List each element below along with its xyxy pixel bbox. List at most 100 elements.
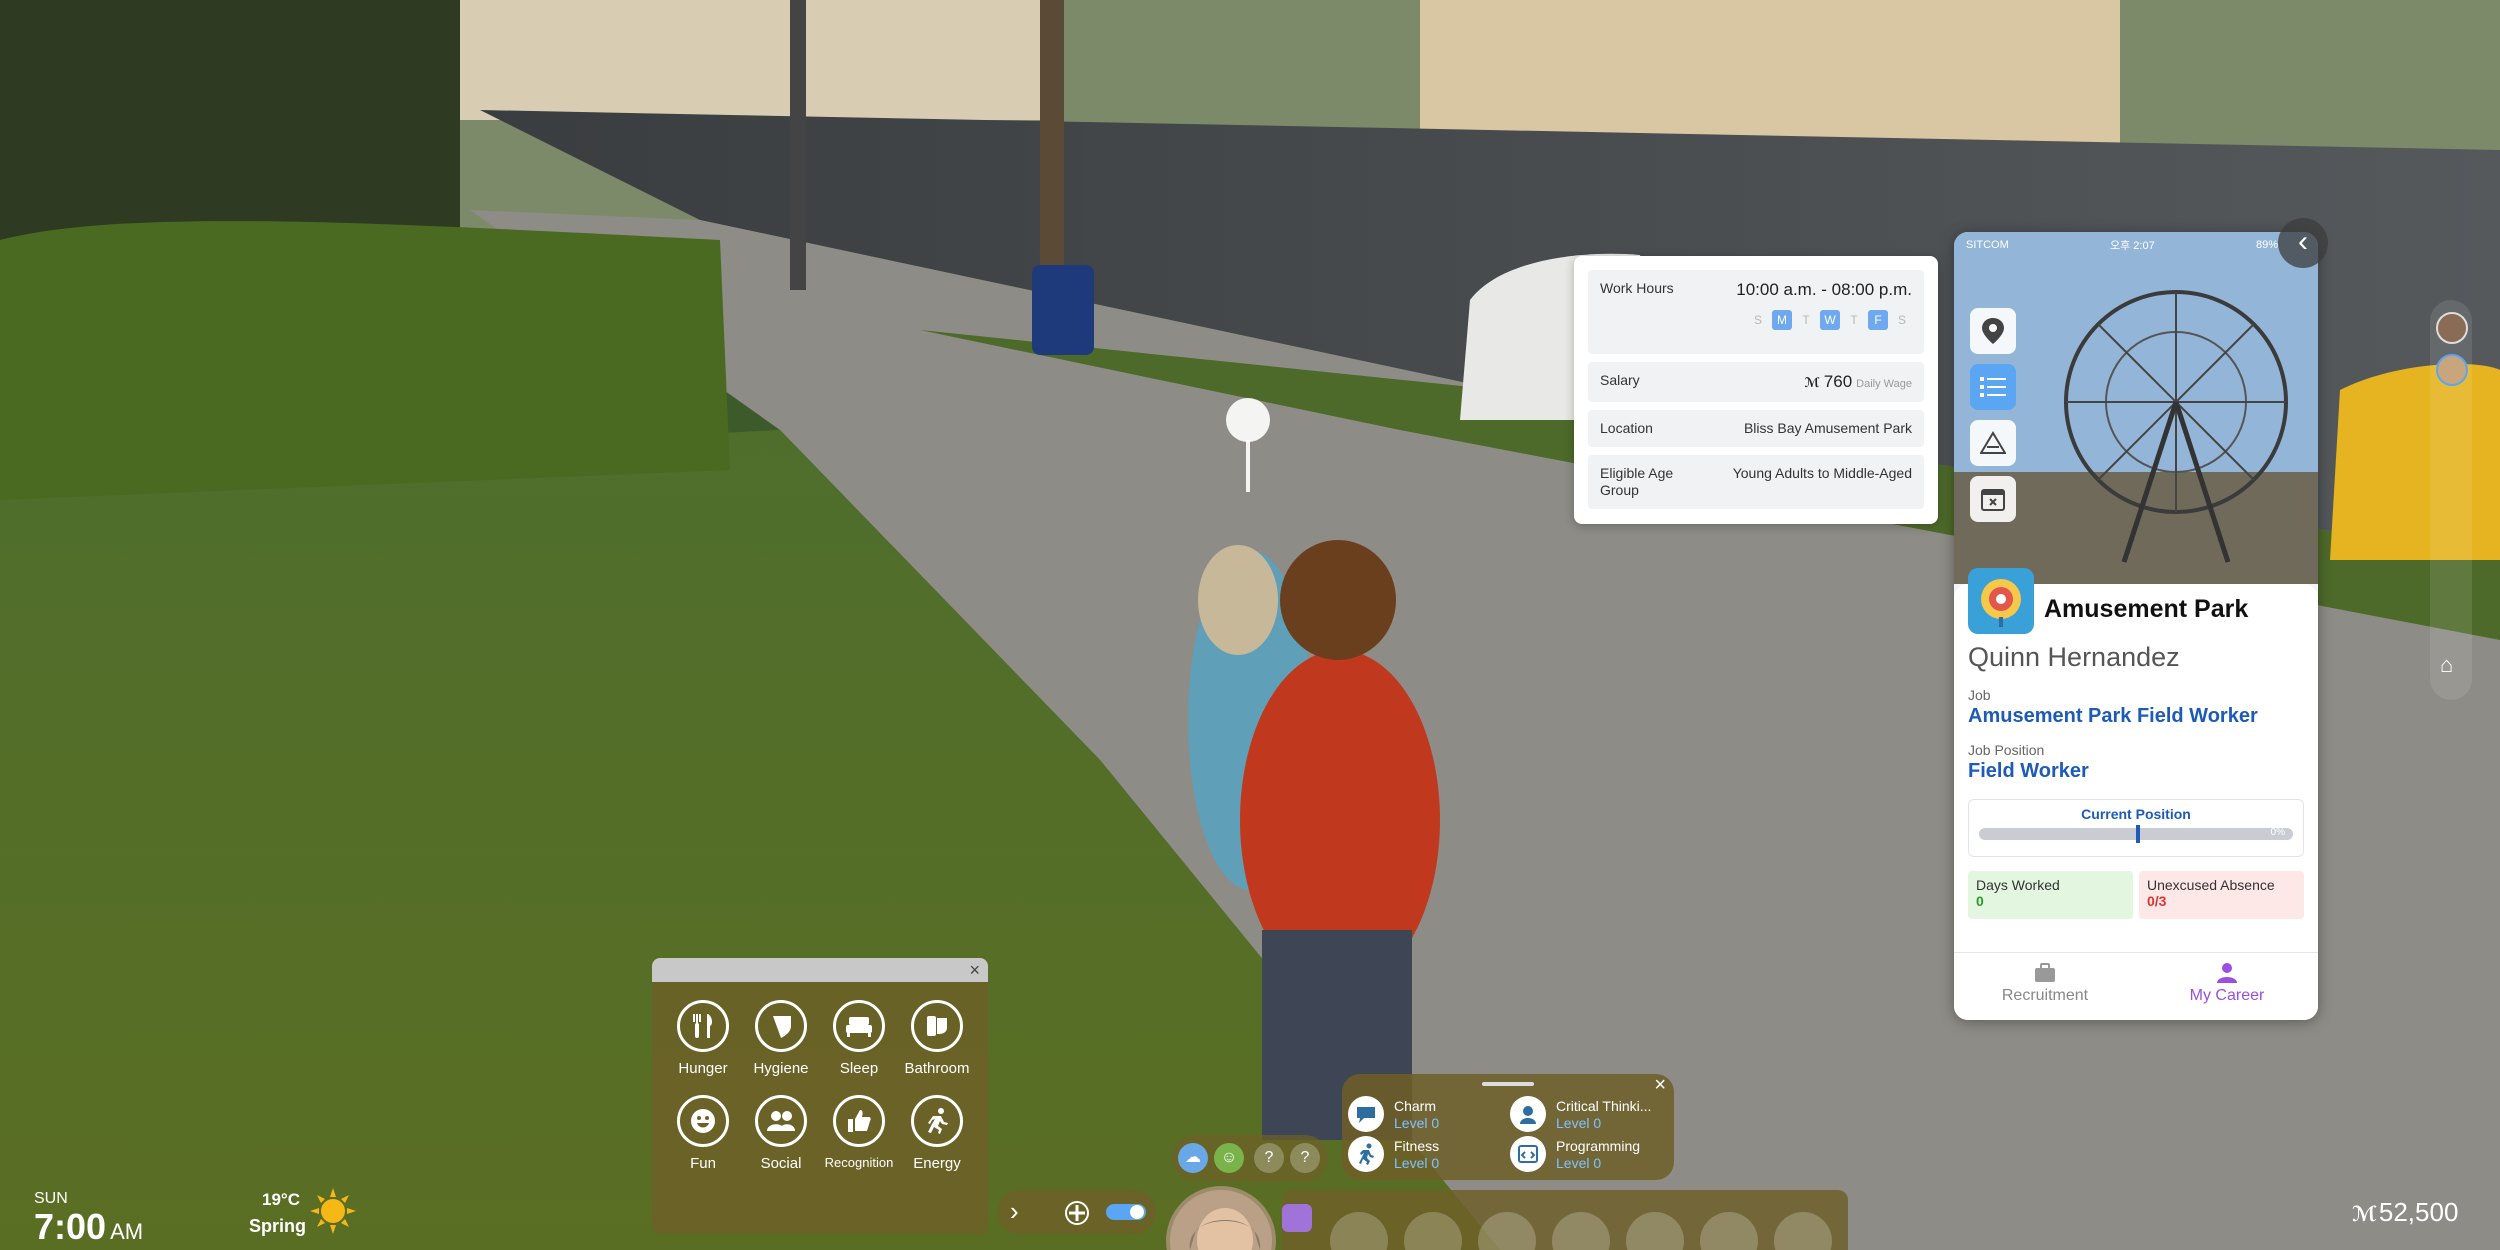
sun-icon (310, 1188, 356, 1239)
need-hunger[interactable]: Hunger (664, 1000, 742, 1077)
position-progress-bar: 0% (1979, 825, 2293, 843)
need-fun[interactable]: Fun (664, 1095, 742, 1172)
need-energy[interactable]: Energy (898, 1095, 976, 1172)
skill-charm[interactable]: Charm Level 0 (1348, 1096, 1508, 1132)
action-slot[interactable] (1774, 1212, 1832, 1250)
currency-icon: ℳ (2352, 1203, 2377, 1226)
need-recognition[interactable]: Recognition (820, 1095, 898, 1172)
nav-recruitment[interactable]: Recruitment (1954, 953, 2136, 1020)
day-sun: S (1753, 313, 1762, 327)
toggle-switch[interactable] (1106, 1202, 1146, 1222)
calendar-x-icon (1981, 489, 2005, 511)
money-display: ℳ52,500 (2352, 1197, 2458, 1228)
close-icon[interactable]: × (969, 958, 980, 982)
days-worked-label: Days Worked (1976, 877, 2060, 893)
job-details-card: Work Hours 10:00 a.m. - 08:00 p.m. S M T… (1574, 256, 1938, 524)
question-icon[interactable]: ? (1254, 1143, 1284, 1173)
location-pin-button[interactable] (1970, 308, 2016, 354)
absence-label: Unexcused Absence (2147, 877, 2275, 893)
need-label: Bathroom (904, 1060, 970, 1077)
action-slot[interactable] (1478, 1212, 1536, 1250)
age-group-value: Young Adults to Middle-Aged (1732, 465, 1912, 481)
skill-fitness[interactable]: Fitness Level 0 (1348, 1136, 1508, 1172)
day-thu: T (1850, 313, 1858, 327)
need-label: Energy (913, 1155, 961, 1172)
phone-status-bar: SITCOM 오후 2:07 89% (1954, 232, 2318, 258)
drag-handle[interactable] (1482, 1082, 1534, 1086)
action-slot[interactable] (1330, 1212, 1388, 1250)
progress-percent: 0% (2270, 827, 2285, 838)
warning-triangle-icon (1980, 431, 2006, 454)
need-hygiene[interactable]: Hygiene (742, 1000, 820, 1077)
nav-my-career[interactable]: My Career (2136, 953, 2318, 1020)
list-icon (1980, 377, 2006, 397)
absence-value: 0/3 (2147, 893, 2167, 909)
temperature: 19°C (262, 1190, 300, 1209)
current-position-label: Current Position (2081, 806, 2191, 822)
phone-tool-column (1970, 308, 2016, 522)
character-avatar-2[interactable] (2436, 354, 2468, 386)
location-pin-icon (1982, 318, 2004, 344)
briefcase-icon (2035, 963, 2055, 982)
skill-programming[interactable]: Programming Level 0 (1510, 1136, 1670, 1172)
phone-clock: 오후 2:07 (2110, 240, 2155, 252)
salary-unit: Daily Wage (1856, 378, 1912, 390)
calendar-cancel-button[interactable] (1970, 476, 2016, 522)
item-icon[interactable] (1282, 1204, 1312, 1232)
skill-level: Level 0 (1556, 1115, 1602, 1131)
skill-level: Level 0 (1394, 1115, 1440, 1131)
need-label: Hygiene (753, 1060, 809, 1077)
work-days: S M T W T F S (1736, 310, 1912, 330)
phone-panel: SITCOM 오후 2:07 89% Amusement Park Quinn … (1954, 232, 2318, 1020)
moodlet-icon[interactable]: ☁ (1178, 1143, 1208, 1173)
phone-back-button[interactable]: ‹ (2278, 218, 2328, 268)
skill-critical-thinking[interactable]: Critical Thinki... Level 0 (1510, 1096, 1670, 1132)
amusement-park-logo (1968, 568, 2034, 634)
list-button[interactable] (1970, 364, 2016, 410)
action-slot[interactable] (1404, 1212, 1462, 1250)
chevron-left-icon: ‹ (2298, 225, 2308, 258)
action-slot[interactable] (1700, 1212, 1758, 1250)
skill-name: Critical Thinki... (1556, 1098, 1652, 1114)
clock-ampm: AM (110, 1219, 144, 1244)
days-worked-value: 0 (1976, 893, 1984, 909)
question-icon[interactable]: ? (1290, 1143, 1320, 1173)
need-sleep[interactable]: Sleep (820, 1000, 898, 1077)
action-slot[interactable] (1552, 1212, 1610, 1250)
skill-name: Charm (1394, 1098, 1437, 1114)
action-slot[interactable] (1626, 1212, 1684, 1250)
work-hours-value: 10:00 a.m. - 08:00 p.m. (1736, 280, 1912, 299)
moodlet-icon[interactable]: ☺ (1214, 1143, 1244, 1173)
work-hours-label: Work Hours (1600, 280, 1674, 296)
home-icon[interactable]: ⌂ (2440, 652, 2453, 678)
salary-row: Salary ℳ 760 Daily Wage (1588, 362, 1924, 402)
currency-icon: ℳ (1804, 375, 1820, 390)
need-bathroom[interactable]: Bathroom (898, 1000, 976, 1077)
needs-panel-header[interactable]: × (652, 958, 988, 982)
battery-label: 89% (2255, 239, 2278, 251)
money-value: 52,500 (2378, 1197, 2459, 1227)
head-thought-icon (1520, 1106, 1536, 1124)
need-social[interactable]: Social (742, 1095, 820, 1172)
toilet-icon (927, 1016, 947, 1036)
phone-bottom-nav: Recruitment My Career (1954, 952, 2318, 1020)
skill-level: Level 0 (1394, 1155, 1440, 1171)
character-avatar-1[interactable] (2436, 312, 2468, 344)
close-icon[interactable]: × (1654, 1074, 1666, 1097)
job-label: Job (1968, 687, 1991, 703)
need-label: Social (760, 1155, 802, 1172)
progress-marker (2136, 825, 2140, 843)
chevron-right-icon[interactable]: › (1010, 1196, 1019, 1227)
salary-label: Salary (1600, 372, 1640, 388)
nav-recruitment-label: Recruitment (2001, 987, 2089, 1004)
season: Spring (249, 1216, 306, 1236)
job-position-value: Field Worker (1968, 760, 2089, 782)
ferris-wheel-icon (1981, 579, 2021, 627)
people-icon (767, 1111, 795, 1131)
warning-button[interactable] (1970, 420, 2016, 466)
skill-name: Fitness (1394, 1138, 1440, 1154)
days-worked-stat: Days Worked 0 (1968, 871, 2133, 919)
day-fri: F (1868, 310, 1888, 330)
gamepad-icon[interactable] (1064, 1200, 1090, 1226)
droplet-icon (773, 1016, 791, 1038)
